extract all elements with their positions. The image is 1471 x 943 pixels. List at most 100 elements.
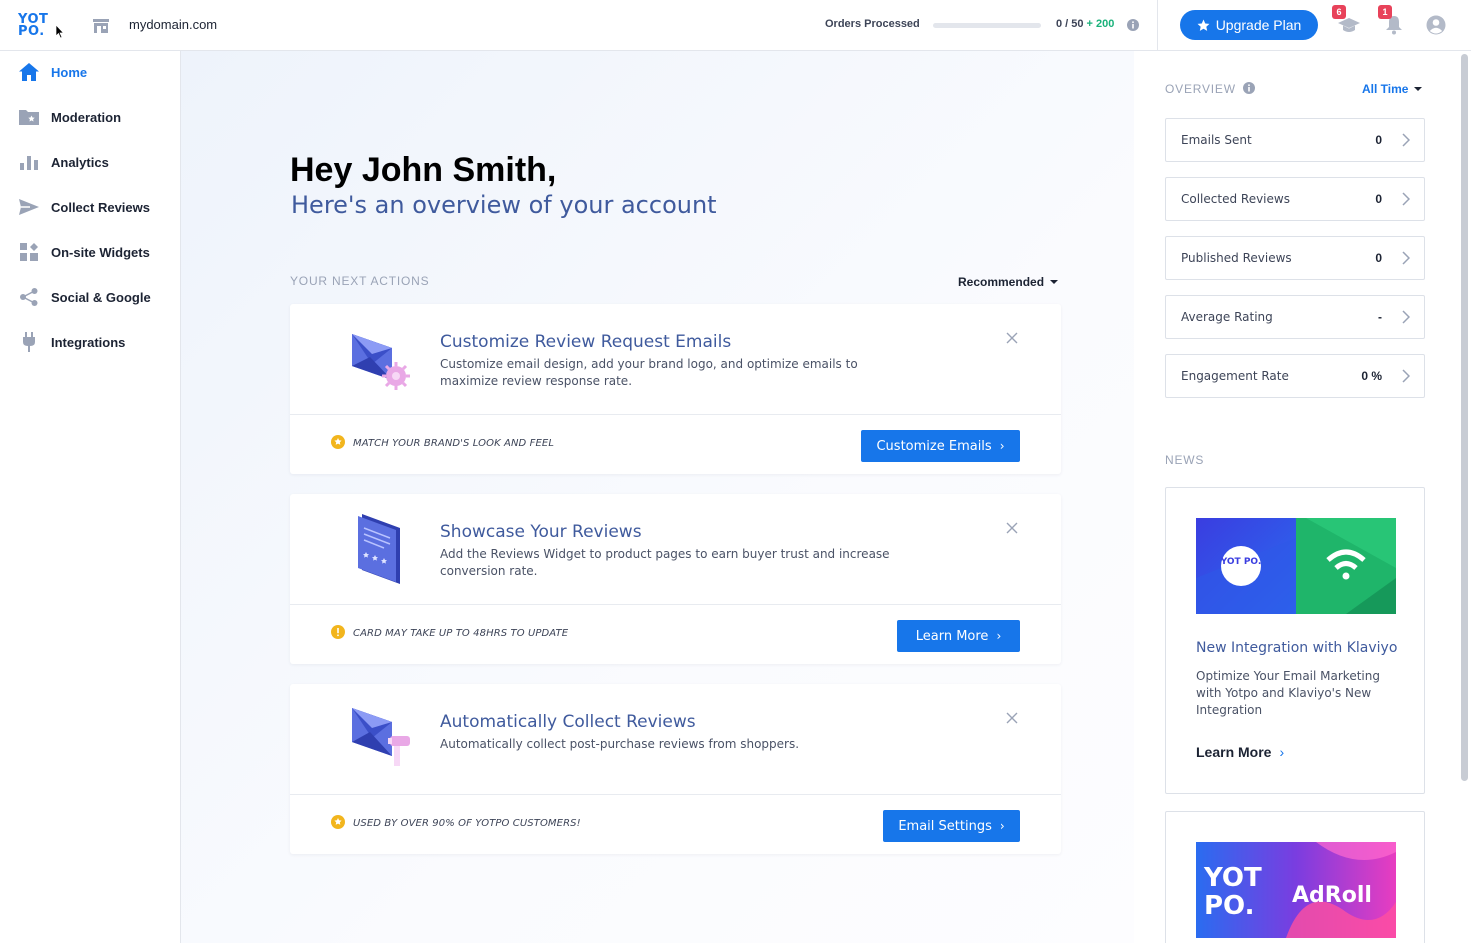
link-label: Learn More: [1196, 744, 1272, 760]
close-icon[interactable]: [1006, 332, 1018, 344]
news-card-klaviyo[interactable]: YOT PO. New Integration with Klaviyo Opt…: [1165, 487, 1425, 794]
action-card-showcase-reviews: Showcase Your Reviews Add the Reviews Wi…: [290, 494, 1061, 664]
scrollbar[interactable]: [1461, 54, 1468, 781]
stat-average-rating[interactable]: Average Rating -: [1165, 295, 1425, 339]
chevron-right-icon: ›: [999, 439, 1005, 453]
svg-text:YOT: YOT: [1203, 863, 1262, 893]
news-partner-text: AdRoll: [1292, 883, 1372, 908]
yotpo-logo[interactable]: YOT PO.: [18, 13, 52, 42]
svg-text:PO.: PO.: [1204, 891, 1254, 921]
chevron-right-icon: [1402, 251, 1410, 265]
user-account-icon[interactable]: [1425, 15, 1447, 35]
time-range-dropdown[interactable]: All Time: [1362, 82, 1422, 96]
info-icon[interactable]: [1243, 82, 1255, 94]
chevron-right-icon: [1402, 192, 1410, 206]
close-icon[interactable]: [1006, 522, 1018, 534]
news-headline[interactable]: New Integration with Klaviyo: [1196, 640, 1397, 656]
greeting-subtitle: Here's an overview of your account: [291, 191, 717, 219]
mouse-cursor-icon: [56, 25, 64, 39]
chevron-right-icon: ›: [1279, 744, 1285, 760]
news-logo-text: YOT PO.: [1220, 557, 1262, 567]
next-actions-heading: YOUR NEXT ACTIONS: [290, 274, 430, 288]
sidebar-item-integrations[interactable]: Integrations: [0, 322, 180, 362]
stat-label: Published Reviews: [1181, 251, 1292, 265]
sidebar-item-label: On-site Widgets: [51, 244, 150, 260]
news-card-adroll[interactable]: YOT PO. AdRoll: [1165, 811, 1425, 943]
card-footer-note: MATCH YOUR BRAND'S LOOK AND FEEL: [353, 438, 554, 449]
card-title: Automatically Collect Reviews: [440, 712, 696, 732]
news-heading: NEWS: [1165, 453, 1205, 467]
card-body: Showcase Your Reviews Add the Reviews Wi…: [290, 494, 1061, 605]
header-divider: [1157, 0, 1158, 51]
auto-collect-illustration-icon: [352, 708, 410, 766]
sidebar-item-moderation[interactable]: Moderation: [0, 97, 180, 137]
learn-more-button[interactable]: Learn More ›: [897, 620, 1020, 652]
button-label: Email Settings: [898, 818, 992, 834]
email-settings-button[interactable]: Email Settings ›: [883, 810, 1020, 842]
star-badge-icon: [331, 435, 345, 449]
stat-label: Emails Sent: [1181, 133, 1252, 147]
stat-label: Engagement Rate: [1181, 369, 1289, 383]
stat-value: 0: [1375, 251, 1382, 265]
right-panel: OVERVIEW All Time Emails Sent 0 Collecte…: [1134, 51, 1459, 943]
action-card-collect-reviews: Automatically Collect Reviews Automatica…: [290, 684, 1061, 854]
orders-progress-bar: [933, 23, 1041, 28]
chevron-right-icon: ›: [996, 629, 1002, 643]
sidebar-item-home[interactable]: Home: [0, 52, 180, 92]
card-footer-note: USED BY OVER 90% OF YOTPO CUSTOMERS!: [353, 818, 581, 829]
share-icon: [19, 287, 39, 307]
sidebar-item-label: Collect Reviews: [51, 199, 150, 215]
chevron-right-icon: [1402, 310, 1410, 324]
store-icon[interactable]: [92, 18, 110, 34]
klaviyo-news-image: YOT PO.: [1196, 518, 1396, 614]
sidebar-item-label: Analytics: [51, 154, 109, 170]
sidebar-item-social-google[interactable]: Social & Google: [0, 277, 180, 317]
sidebar-item-analytics[interactable]: Analytics: [0, 142, 180, 182]
star-badge-icon: [331, 815, 345, 829]
reviews-widget-illustration-icon: [358, 514, 400, 584]
orders-bonus: + 200: [1086, 18, 1115, 30]
stat-published-reviews[interactable]: Published Reviews 0: [1165, 236, 1425, 280]
chevron-right-icon: [1402, 133, 1410, 147]
star-icon: [1197, 19, 1210, 31]
stat-emails-sent[interactable]: Emails Sent 0: [1165, 118, 1425, 162]
card-description: Add the Reviews Widget to product pages …: [440, 547, 890, 578]
stat-collected-reviews[interactable]: Collected Reviews 0: [1165, 177, 1425, 221]
orders-count-value: 0 / 50: [1056, 18, 1084, 30]
stat-label: Collected Reviews: [1181, 192, 1290, 206]
widgets-icon: [19, 242, 39, 262]
home-icon: [19, 62, 39, 82]
stat-engagement-rate[interactable]: Engagement Rate 0 %: [1165, 354, 1425, 398]
sidebar-item-collect-reviews[interactable]: Collect Reviews: [0, 187, 180, 227]
store-domain[interactable]: mydomain.com: [129, 17, 217, 32]
close-icon[interactable]: [1006, 712, 1018, 724]
card-title: Customize Review Request Emails: [440, 332, 732, 352]
main-content: Hey John Smith, Here's an overview of yo…: [181, 51, 1134, 943]
stat-value: 0 %: [1361, 369, 1382, 383]
news-description: Optimize Your Email Marketing with Yotpo…: [1196, 669, 1380, 717]
sidebar-item-label: Home: [51, 64, 88, 80]
chevron-right-icon: ›: [999, 819, 1005, 833]
card-title: Showcase Your Reviews: [440, 522, 642, 542]
sort-dropdown[interactable]: Recommended: [958, 275, 1058, 289]
sidebar-item-label: Moderation: [51, 109, 122, 125]
card-body: Automatically Collect Reviews Automatica…: [290, 684, 1061, 795]
upgrade-plan-label: Upgrade Plan: [1215, 17, 1302, 33]
plug-icon: [19, 332, 39, 352]
stat-value: 0: [1375, 133, 1382, 147]
sidebar-item-label: Integrations: [51, 334, 126, 350]
info-icon[interactable]: [1127, 19, 1139, 31]
upgrade-plan-button[interactable]: Upgrade Plan: [1180, 10, 1318, 40]
sidebar-item-onsite-widgets[interactable]: On-site Widgets: [0, 232, 180, 272]
button-label: Learn More: [915, 628, 989, 644]
overview-heading: OVERVIEW: [1165, 82, 1236, 96]
stat-value: 0: [1375, 192, 1382, 206]
button-label: Customize Emails: [876, 438, 992, 454]
greeting-title: Hey John Smith,: [290, 151, 557, 189]
top-bar: YOT PO. mydomain.com Orders Processed 0 /…: [0, 0, 1471, 51]
academy-badge: 6: [1332, 5, 1346, 19]
stat-value: -: [1378, 310, 1382, 324]
customize-emails-button[interactable]: Customize Emails ›: [861, 430, 1020, 462]
news-learn-more-link[interactable]: Learn More ›: [1196, 744, 1284, 760]
card-footer-note: CARD MAY TAKE UP TO 48HRS TO UPDATE: [353, 628, 569, 639]
